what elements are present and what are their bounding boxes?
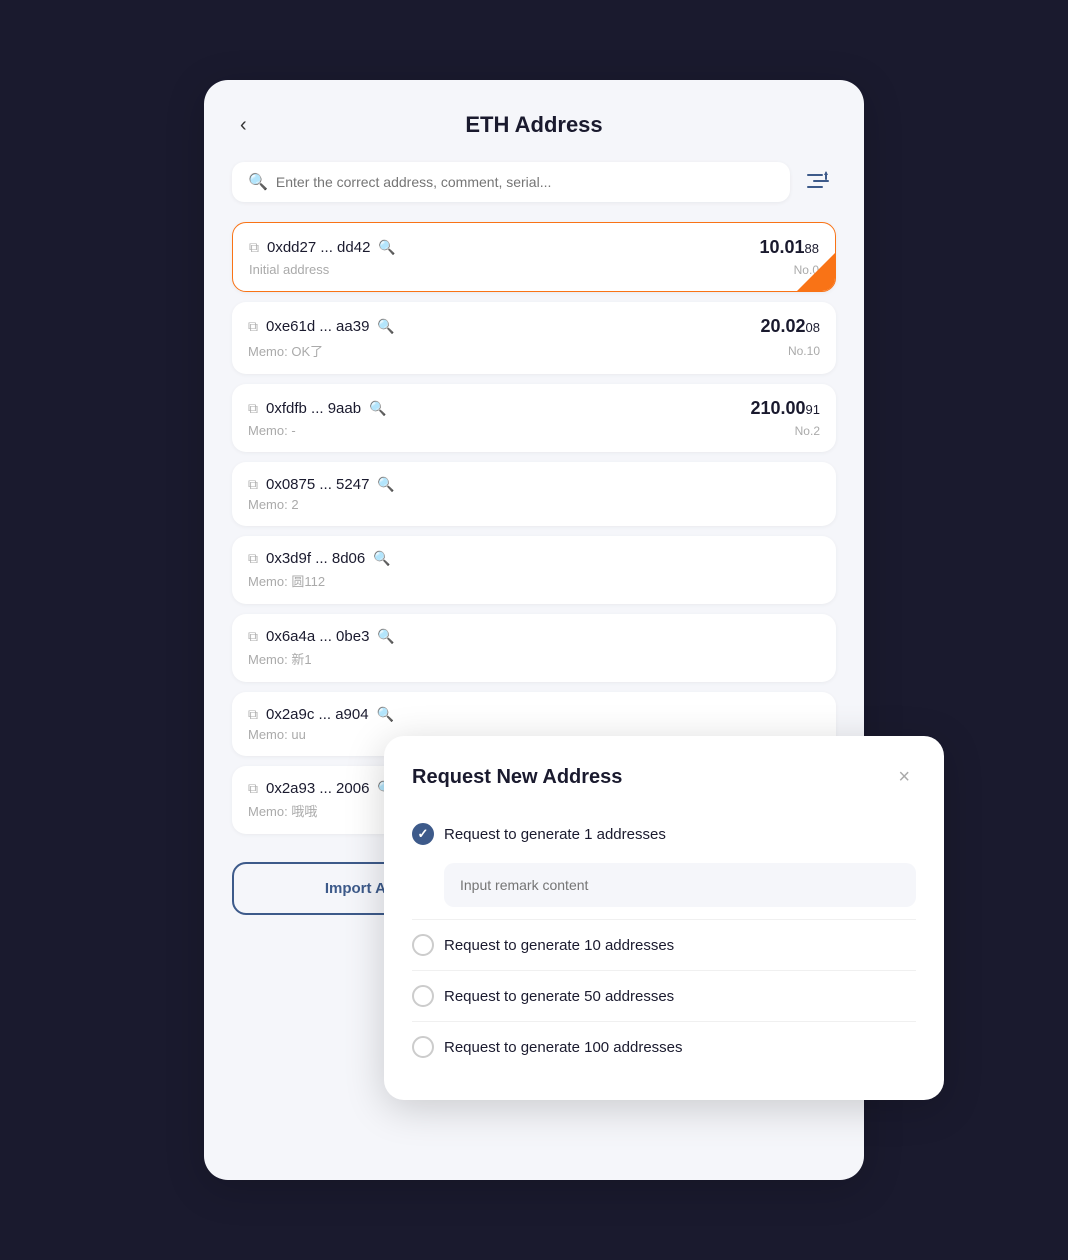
memo-text: Memo: 哦哦 xyxy=(248,801,317,820)
radio-label: Request to generate 100 addresses xyxy=(444,1039,683,1056)
main-card: ‹ ETH Address 🔍 ⧉ 0xdd27 ... dd42 🔍 10.0… xyxy=(204,80,864,1180)
address-item[interactable]: ⧉ 0xe61d ... aa39 🔍 20.0208 Memo: OK了 No… xyxy=(232,302,836,374)
divider xyxy=(412,1021,916,1022)
radio-option-opt10[interactable]: Request to generate 10 addresses xyxy=(412,924,916,971)
amount-decimal: 91 xyxy=(806,402,820,417)
memo-text: Memo: 圆112 xyxy=(248,571,325,590)
radio-option[interactable]: Request to generate 50 addresses xyxy=(412,975,916,1017)
copy-icon[interactable]: ⧉ xyxy=(248,400,258,417)
page-title: ETH Address xyxy=(465,112,602,138)
search-address-icon[interactable]: 🔍 xyxy=(373,550,390,567)
divider xyxy=(412,919,916,920)
number-badge: No.10 xyxy=(788,344,820,358)
memo-text: Memo: - xyxy=(248,423,296,438)
memo-text: Memo: OK了 xyxy=(248,341,323,360)
search-address-icon[interactable]: 🔍 xyxy=(377,628,394,645)
amount-main: 210.0091 xyxy=(750,398,820,418)
radio-option-opt100[interactable]: Request to generate 100 addresses xyxy=(412,1026,916,1068)
search-address-icon[interactable]: 🔍 xyxy=(369,400,386,417)
copy-icon[interactable]: ⧉ xyxy=(248,318,258,335)
copy-icon[interactable]: ⧉ xyxy=(248,628,258,645)
search-address-icon[interactable]: 🔍 xyxy=(378,239,395,256)
copy-icon[interactable]: ⧉ xyxy=(248,550,258,567)
search-input[interactable] xyxy=(276,174,774,190)
header: ‹ ETH Address xyxy=(232,112,836,138)
search-address-icon[interactable]: 🔍 xyxy=(377,318,394,335)
search-address-icon[interactable]: 🔍 xyxy=(377,706,394,723)
amount-main: 20.0208 xyxy=(760,316,820,336)
radio-option[interactable]: ✓ Request to generate 1 addresses xyxy=(412,813,916,855)
search-icon: 🔍 xyxy=(248,172,268,192)
address-item[interactable]: ⧉ 0x6a4a ... 0be3 🔍 Memo: 新1 xyxy=(232,614,836,682)
search-address-icon[interactable]: 🔍 xyxy=(377,476,394,493)
copy-icon[interactable]: ⧉ xyxy=(249,239,259,256)
copy-icon[interactable]: ⧉ xyxy=(248,476,258,493)
radio-label: Request to generate 50 addresses xyxy=(444,988,674,1005)
radio-option[interactable]: Request to generate 100 addresses xyxy=(412,1026,916,1068)
radio-option-opt1[interactable]: ✓ Request to generate 1 addresses xyxy=(412,813,916,920)
address-item[interactable]: ⧉ 0xdd27 ... dd42 🔍 10.0188 Initial addr… xyxy=(232,222,836,292)
radio-unchecked-icon xyxy=(412,934,434,956)
back-button[interactable]: ‹ xyxy=(232,110,255,141)
copy-icon[interactable]: ⧉ xyxy=(248,706,258,723)
address-text: 0x6a4a ... 0be3 xyxy=(266,628,369,645)
address-text: 0x0875 ... 5247 xyxy=(266,476,369,493)
amount-decimal: 08 xyxy=(806,320,820,335)
radio-label: Request to generate 10 addresses xyxy=(444,937,674,954)
filter-icon xyxy=(806,171,830,191)
active-corner-indicator xyxy=(797,253,835,291)
search-row: 🔍 xyxy=(232,162,836,202)
memo-text: Memo: 2 xyxy=(248,497,299,512)
divider xyxy=(412,970,916,971)
address-text: 0x2a93 ... 2006 xyxy=(266,780,369,797)
address-item[interactable]: ⧉ 0x0875 ... 5247 🔍 Memo: 2 xyxy=(232,462,836,526)
modal-title: Request New Address xyxy=(412,766,622,789)
radio-label: Request to generate 1 addresses xyxy=(444,826,666,843)
filter-button[interactable] xyxy=(800,165,836,200)
radio-option[interactable]: Request to generate 10 addresses xyxy=(412,924,916,966)
address-text: 0x2a9c ... a904 xyxy=(266,706,369,723)
radio-checked-icon: ✓ xyxy=(412,823,434,845)
address-item[interactable]: ⧉ 0x3d9f ... 8d06 🔍 Memo: 圆112 xyxy=(232,536,836,604)
address-text: 0xdd27 ... dd42 xyxy=(267,239,370,256)
address-text: 0xe61d ... aa39 xyxy=(266,318,369,335)
radio-unchecked-icon xyxy=(412,985,434,1007)
copy-icon[interactable]: ⧉ xyxy=(248,780,258,797)
address-text: 0x3d9f ... 8d06 xyxy=(266,550,365,567)
memo-text: Memo: uu xyxy=(248,727,306,742)
modal-options: ✓ Request to generate 1 addresses Reques… xyxy=(412,813,916,1068)
memo-text: Memo: 新1 xyxy=(248,649,312,668)
modal-header: Request New Address × xyxy=(412,764,916,791)
memo-text: Initial address xyxy=(249,262,329,277)
remark-input[interactable] xyxy=(444,863,916,907)
radio-unchecked-icon xyxy=(412,1036,434,1058)
radio-option-opt50[interactable]: Request to generate 50 addresses xyxy=(412,975,916,1022)
address-text: 0xfdfb ... 9aab xyxy=(266,400,361,417)
address-item[interactable]: ⧉ 0xfdfb ... 9aab 🔍 210.0091 Memo: - No.… xyxy=(232,384,836,452)
number-badge: No.2 xyxy=(795,424,820,438)
modal-close-button[interactable]: × xyxy=(892,764,916,791)
search-box: 🔍 xyxy=(232,162,790,202)
modal-request-new-address: Request New Address × ✓ Request to gener… xyxy=(384,736,944,1100)
